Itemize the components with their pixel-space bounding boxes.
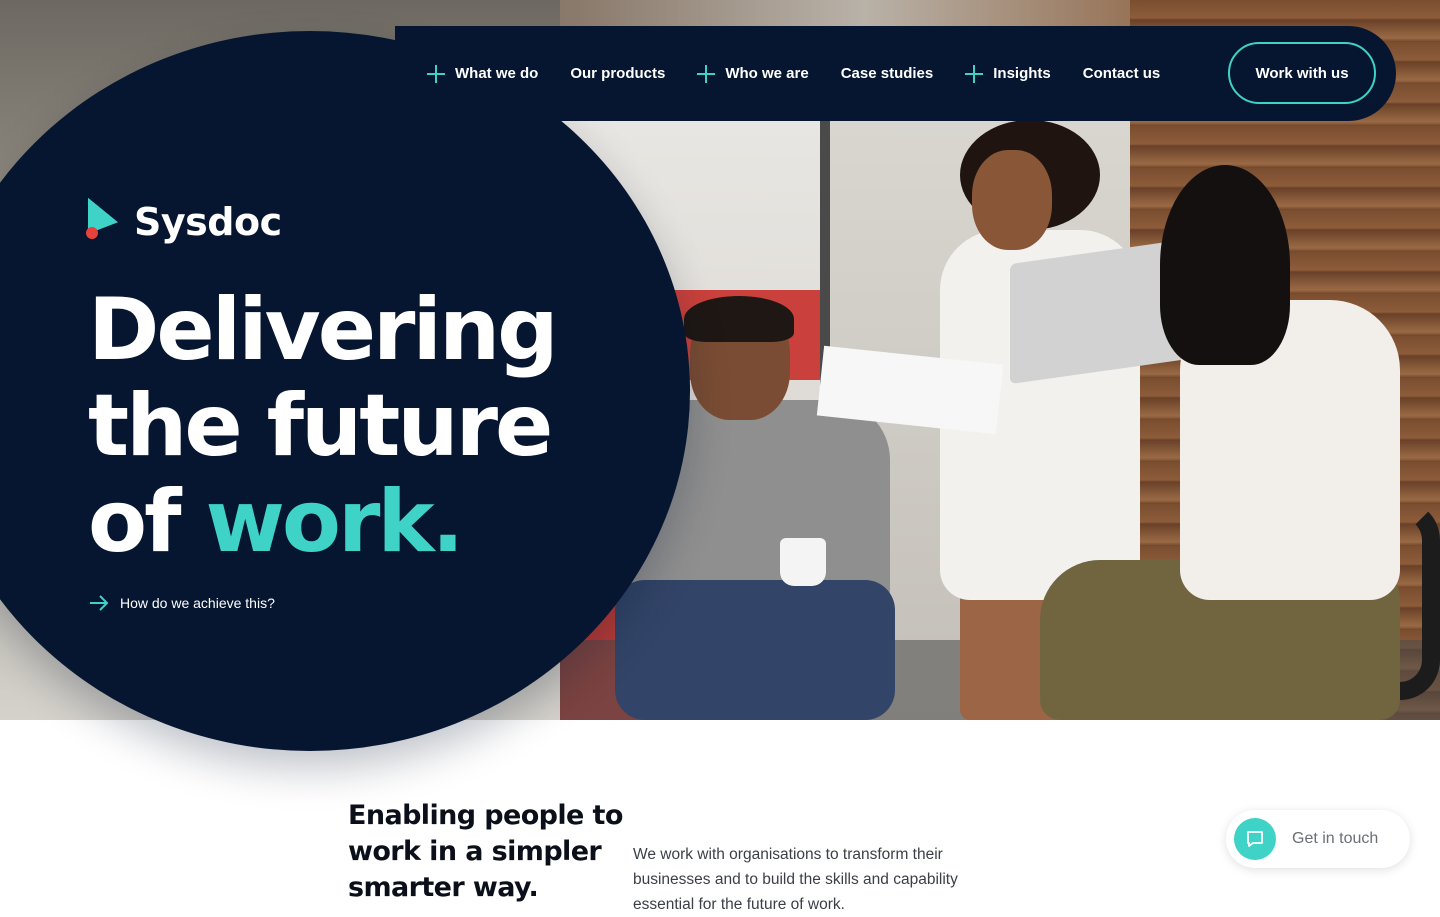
brand-name: Sysdoc — [134, 200, 282, 244]
nav-item-who-we-are[interactable]: Who we are — [697, 64, 809, 83]
headline-line-3-accent: work. — [205, 472, 464, 572]
nav-label: Case studies — [840, 65, 934, 82]
nav-label: What we do — [455, 65, 539, 82]
nav-item-case-studies[interactable]: Case studies — [841, 65, 934, 82]
main-nav: What we do Our products Who we are Case … — [395, 26, 1396, 121]
nav-label: Our products — [570, 65, 666, 82]
hero-headline: Delivering the future of work. — [88, 280, 559, 572]
hero-person-3-hair — [1160, 165, 1290, 365]
hero-person-1-hair — [684, 296, 794, 342]
how-achieve-link[interactable]: How do we achieve this? — [88, 592, 275, 614]
plus-icon — [427, 64, 445, 83]
nav-item-insights[interactable]: Insights — [965, 64, 1051, 83]
plus-icon — [697, 64, 716, 83]
plus-icon — [965, 64, 984, 83]
arrow-right-icon — [90, 595, 109, 611]
intro-text: We work with organisations to transform … — [633, 846, 958, 913]
headline-line-2: the future — [88, 376, 553, 476]
brand-logo[interactable]: Sysdoc — [86, 197, 282, 244]
nav-item-what-we-do[interactable]: What we do — [427, 64, 539, 83]
nav-label: Who we are — [725, 65, 809, 82]
work-with-us-button[interactable]: Work with us — [1228, 42, 1376, 104]
intro-title: Enabling people to work in a simpler sma… — [348, 800, 623, 903]
get-in-touch-label: Get in touch — [1292, 830, 1379, 847]
nav-label: Insights — [993, 65, 1051, 82]
headline-line-1: Delivering — [88, 280, 559, 380]
headline-line-3-prefix: of — [88, 472, 206, 572]
logo-mark — [86, 197, 122, 243]
hero-mug — [780, 538, 826, 586]
nav-item-our-products[interactable]: Our products — [570, 65, 665, 82]
nav-item-contact-us[interactable]: Contact us — [1083, 65, 1161, 82]
nav-label: Contact us — [1082, 65, 1161, 82]
hero-person-1-legs — [615, 580, 895, 720]
hero-person-2-head — [972, 150, 1052, 250]
chat-bubble-icon — [1234, 818, 1276, 860]
how-achieve-label: How do we achieve this? — [120, 595, 275, 611]
get-in-touch-button[interactable]: Get in touch — [1226, 810, 1410, 868]
